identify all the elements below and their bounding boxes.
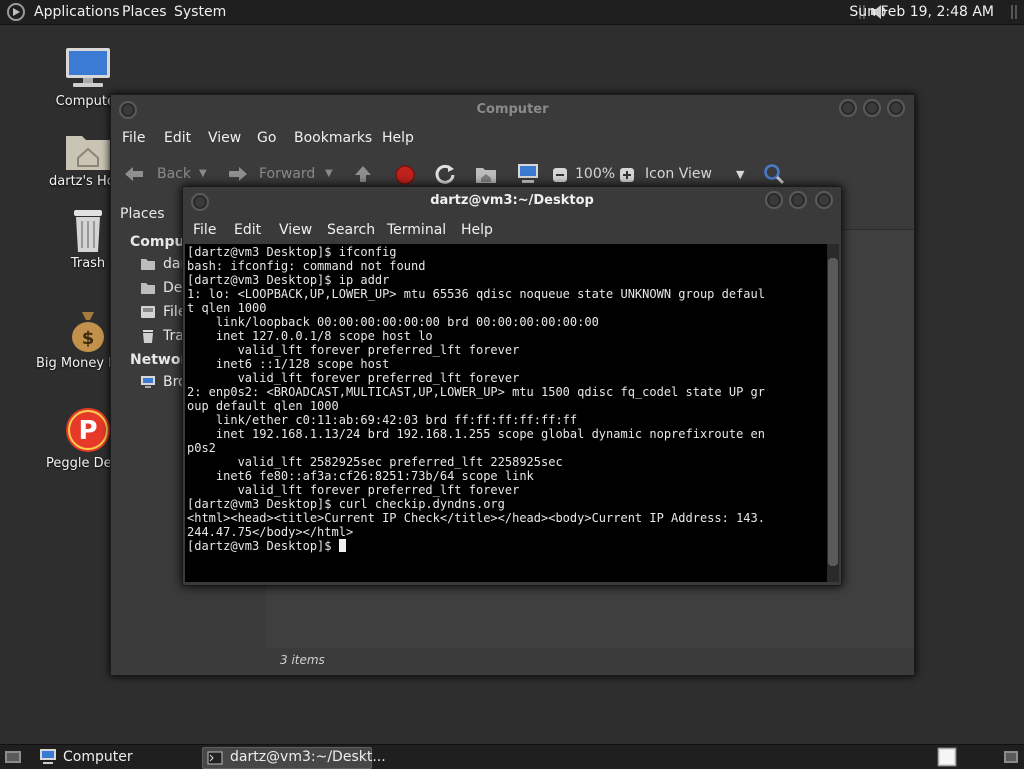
scrollbar-thumb[interactable]	[828, 258, 838, 566]
taskbar-label: Computer	[63, 749, 133, 765]
zoom-in-icon[interactable]	[619, 167, 635, 183]
computer-icon[interactable]	[516, 163, 540, 185]
up-arrow-icon[interactable]	[353, 164, 373, 184]
network-icon	[141, 376, 155, 388]
gnome-foot-icon[interactable]	[6, 3, 26, 21]
maximize-icon[interactable]	[789, 191, 807, 209]
term-menu-help[interactable]: Help	[461, 222, 493, 238]
fm-title: Computer	[476, 102, 549, 117]
fm-menu-edit[interactable]: Edit	[164, 130, 191, 146]
home-folder-icon	[141, 259, 155, 270]
money-bag-icon: $	[72, 312, 104, 352]
terminal-icon	[207, 751, 223, 765]
desktop-folder-icon	[141, 283, 155, 294]
menu-applications[interactable]: Applications	[34, 4, 120, 20]
back-arrow-icon[interactable]	[123, 165, 145, 183]
trash-icon	[74, 210, 102, 252]
status-item-count: 3 items	[280, 653, 325, 667]
home-icon[interactable]	[475, 164, 497, 184]
side-pane-title[interactable]: Places	[120, 206, 165, 222]
workspace-switcher-icon[interactable]	[937, 747, 957, 767]
bottom-panel: Computer dartz@vm3:~/Deskt...	[0, 744, 1024, 769]
svg-text:$: $	[82, 328, 95, 349]
term-menu-view[interactable]: View	[279, 222, 312, 238]
fm-menu-bookmarks[interactable]: Bookmarks	[294, 130, 372, 146]
close-icon[interactable]	[815, 191, 833, 209]
term-menu-file[interactable]: File	[193, 222, 216, 238]
taskbar-item-computer[interactable]: Computer	[36, 747, 196, 767]
drive-icon	[141, 306, 155, 318]
zoom-level: 100%	[575, 166, 616, 182]
desktop-icon-label: Peggle Deluxe	[46, 456, 114, 471]
fm-menu-go[interactable]: Go	[257, 130, 276, 146]
term-menu-edit[interactable]: Edit	[234, 222, 261, 238]
terminal-cursor	[338, 539, 346, 552]
close-icon[interactable]	[887, 99, 905, 117]
forward-button[interactable]: Forward	[259, 166, 315, 182]
fm-statusbar: 3 items	[266, 648, 914, 674]
computer-icon	[40, 749, 56, 764]
taskbar-item-terminal[interactable]: dartz@vm3:~/Deskt...	[202, 747, 386, 769]
forward-dropdown-icon[interactable]: ▼	[325, 168, 333, 179]
terminal-output: [dartz@vm3 Desktop]$ ifconfig bash: ifco…	[187, 245, 765, 553]
fm-menu-help[interactable]: Help	[382, 130, 414, 146]
back-dropdown-icon[interactable]: ▼	[199, 168, 207, 179]
panel-handle-icon	[1011, 5, 1017, 19]
view-mode-select[interactable]: Icon View	[645, 166, 712, 182]
svg-text:P: P	[78, 416, 97, 446]
menu-system[interactable]: System	[174, 4, 226, 20]
top-panel: Applications Places System Sun Feb 19, 2…	[0, 0, 1024, 25]
taskbar-label: dartz@vm3:~/Deskt...	[230, 749, 386, 765]
trash-applet-icon[interactable]	[1002, 748, 1020, 766]
minimize-icon[interactable]	[765, 191, 783, 209]
forward-arrow-icon[interactable]	[227, 165, 249, 183]
terminal-title: dartz@vm3:~/Desktop	[430, 193, 594, 208]
fm-menu-file[interactable]: File	[122, 130, 145, 146]
fm-menu-view[interactable]: View	[208, 130, 241, 146]
back-button[interactable]: Back	[157, 166, 191, 182]
zoom-out-icon[interactable]	[552, 167, 568, 183]
terminal-menubar: File Edit View Search Terminal Help	[183, 217, 841, 243]
desktop-icon-label: Big Money Deluxe	[36, 356, 112, 371]
trash-icon	[143, 330, 153, 343]
menu-places[interactable]: Places	[122, 4, 167, 20]
home-folder-icon	[66, 136, 110, 170]
show-desktop-icon[interactable]	[4, 748, 22, 766]
terminal-screen[interactable]: [dartz@vm3 Desktop]$ ifconfig bash: ifco…	[185, 244, 827, 582]
fm-menubar: File Edit View Go Bookmarks Help	[111, 125, 914, 151]
computer-icon	[66, 48, 110, 87]
fm-titlebar[interactable]: Computer	[111, 95, 914, 123]
stop-icon[interactable]	[394, 164, 416, 186]
term-menu-terminal[interactable]: Terminal	[387, 222, 446, 238]
search-icon[interactable]	[763, 163, 785, 185]
peggle-icon: P	[66, 408, 110, 452]
maximize-icon[interactable]	[863, 99, 881, 117]
minimize-icon[interactable]	[839, 99, 857, 117]
terminal-window: dartz@vm3:~/Desktop File Edit View Searc…	[182, 186, 842, 586]
view-mode-dropdown-icon[interactable]: ▼	[736, 168, 744, 181]
terminal-scrollbar[interactable]	[827, 244, 839, 582]
term-menu-search[interactable]: Search	[327, 222, 375, 238]
reload-icon[interactable]	[434, 163, 456, 185]
clock[interactable]: Sun Feb 19, 2:48 AM	[849, 4, 994, 20]
